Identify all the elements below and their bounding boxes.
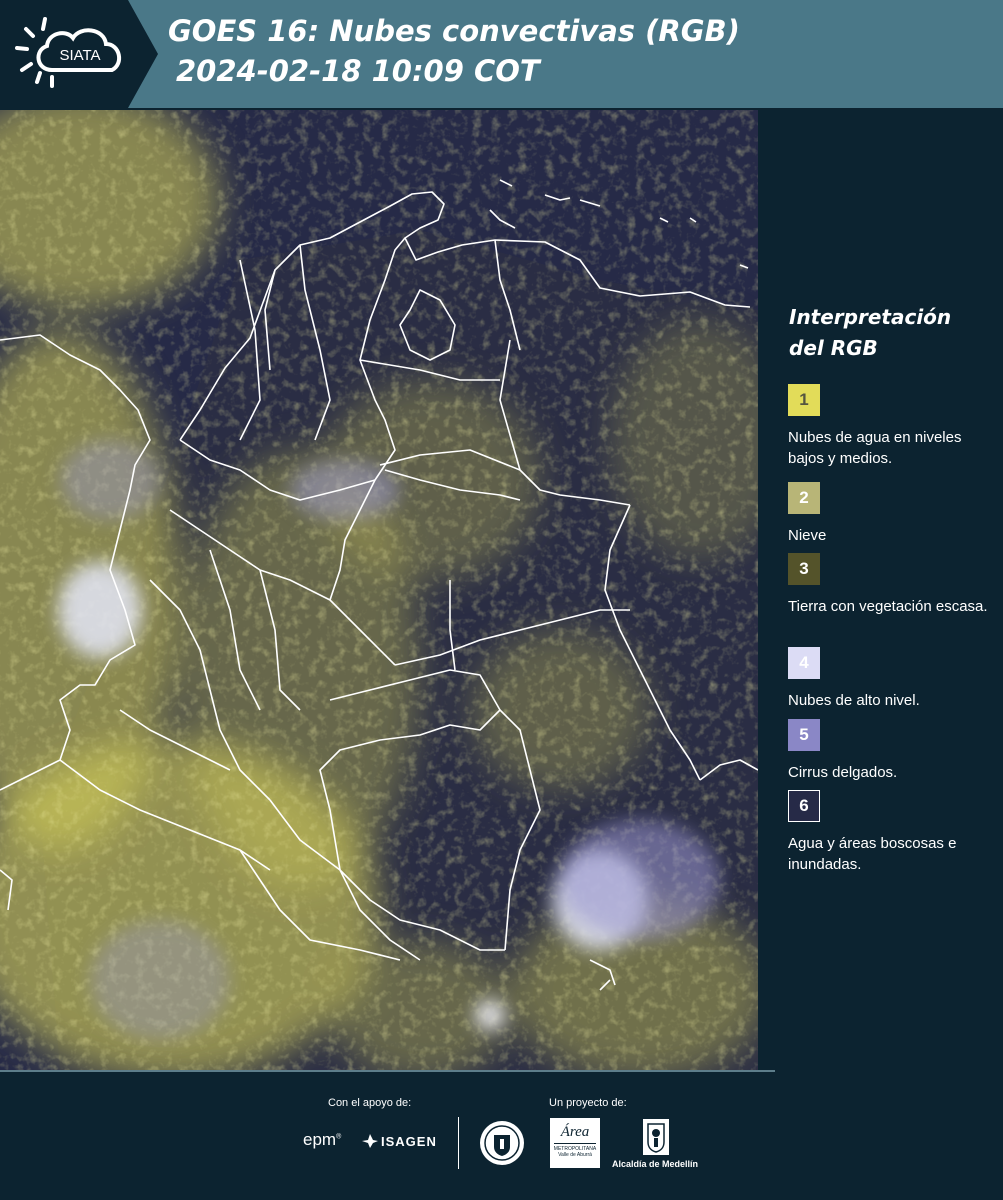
legend-item-3: 3 Tierra con vegetación escasa. — [788, 553, 998, 617]
rgb-legend: Interpretación del RGB 1 Nubes de agua e… — [760, 110, 1003, 1070]
footer-divider-line — [0, 1070, 775, 1072]
legend-label: Tierra con vegetación escasa. — [788, 598, 988, 615]
footer-separator — [458, 1117, 459, 1169]
legend-label: Nubes de agua en niveles bajos y medios. — [788, 429, 962, 467]
legend-label: Nubes de alto nivel. — [788, 692, 920, 709]
legend-swatch: 3 — [788, 553, 820, 585]
medellin-seal-icon — [480, 1121, 524, 1165]
legend-label: Cirrus delgados. — [788, 764, 898, 781]
timestamp-title: 2024-02-18 10:09 COT — [176, 54, 540, 88]
legend-label: Nieve — [788, 527, 827, 544]
legend-item-2: 2 Nieve — [788, 482, 998, 546]
page-title: GOES 16: Nubes convectivas (RGB) — [168, 14, 740, 48]
legend-swatch: 2 — [788, 482, 820, 514]
support-label: Con el apoyo de: — [328, 1097, 412, 1109]
satellite-map — [0, 110, 758, 1070]
legend-item-4: 4 Nubes de alto nivel. — [788, 647, 998, 711]
alcaldia-emblem-icon — [643, 1119, 669, 1155]
legend-title: Interpretación del RGB — [789, 305, 952, 360]
isagen-logo: ISAGEN — [361, 1133, 437, 1149]
legend-item-6: 6 Agua y áreas boscosas e inundadas. — [788, 790, 998, 875]
alcaldia-label: Alcaldía de Medellín — [612, 1159, 699, 1169]
footer: Con el apoyo de: Un proyecto de: epm® IS… — [0, 1070, 1003, 1200]
epm-logo: epm® — [303, 1130, 342, 1149]
isagen-mark-icon — [362, 1134, 378, 1148]
legend-swatch: 1 — [788, 384, 820, 416]
project-label: Un proyecto de: — [549, 1097, 627, 1109]
legend-label: Agua y áreas boscosas e inundadas. — [788, 835, 957, 873]
legend-swatch: 6 — [788, 790, 820, 822]
legend-item-5: 5 Cirrus delgados. — [788, 719, 998, 783]
legend-swatch: 5 — [788, 719, 820, 751]
legend-swatch: 4 — [788, 647, 820, 679]
siata-logo: SIATA — [0, 0, 158, 108]
svg-text:SIATA: SIATA — [59, 47, 100, 64]
area-metropolitana-logo: Área METROPOLITANA Valle de Aburrá — [550, 1118, 600, 1168]
header-bar: SIATA GOES 16: Nubes convectivas (RGB) 2… — [0, 0, 1003, 108]
legend-item-1: 1 Nubes de agua en niveles bajos y medio… — [788, 384, 998, 469]
